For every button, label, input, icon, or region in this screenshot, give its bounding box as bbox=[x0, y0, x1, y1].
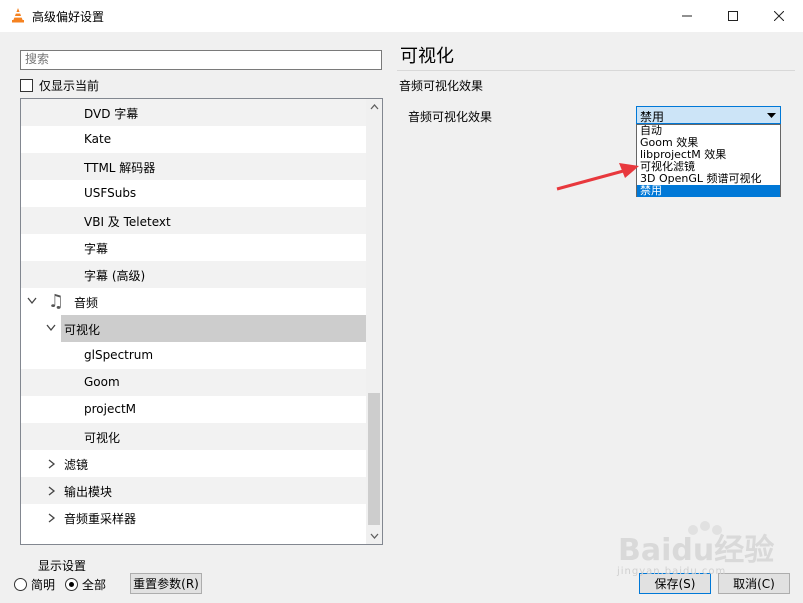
radio-all-label: 全部 bbox=[82, 578, 107, 592]
tree-item-label: projectM bbox=[84, 402, 137, 416]
maximize-button[interactable] bbox=[710, 0, 756, 32]
display-settings-label: 显示设置 bbox=[38, 559, 87, 573]
scrollbar-thumb[interactable] bbox=[368, 393, 380, 525]
option-goom[interactable]: Goom 效果 bbox=[637, 137, 780, 149]
show-current-checkbox[interactable] bbox=[20, 79, 33, 92]
option-disabled[interactable]: 禁用 bbox=[637, 185, 780, 197]
option-3d-opengl-spectrum[interactable]: 3D OpenGL 频谱可视化 bbox=[637, 173, 780, 185]
visualization-options-list[interactable]: 自动 Goom 效果 libprojectM 效果 可视化滤镜 3D OpenG… bbox=[636, 124, 781, 197]
tree-item-label: DVD 字幕 bbox=[84, 107, 139, 121]
scroll-up-button[interactable] bbox=[366, 99, 382, 115]
tree-item-ttml-decoder[interactable]: TTML 解码器 bbox=[21, 153, 366, 180]
option-libprojectm[interactable]: libprojectM 效果 bbox=[637, 149, 780, 161]
selection-highlight bbox=[61, 315, 366, 342]
close-icon bbox=[774, 11, 784, 21]
music-note-icon: ♫ bbox=[48, 291, 65, 312]
show-current-checkbox-row[interactable]: 仅显示当前 bbox=[20, 77, 99, 94]
dropdown-arrow-icon bbox=[767, 113, 776, 118]
chevron-right-icon[interactable] bbox=[48, 513, 56, 523]
annotation-arrow-icon bbox=[556, 163, 639, 191]
tree-item-vbi-teletext[interactable]: VBI 及 Teletext bbox=[21, 207, 366, 234]
watermark-subtext: jingyan.baidu.com bbox=[617, 566, 727, 577]
tree-item-label: VBI 及 Teletext bbox=[84, 215, 171, 229]
tree-item-label: Goom bbox=[84, 375, 120, 389]
chevron-down-icon[interactable] bbox=[27, 297, 37, 305]
tree-item-visualization-selected[interactable]: 可视化 bbox=[21, 315, 366, 342]
settings-tree[interactable]: DVD 字幕 Kate TTML 解码器 USFSubs VBI 及 Telet… bbox=[20, 98, 383, 545]
tree-item-label: USFSubs bbox=[84, 186, 137, 200]
tree-item-projectm[interactable]: projectM bbox=[21, 396, 366, 423]
tree-item-goom[interactable]: Goom bbox=[21, 369, 366, 396]
radio-simple-label: 简明 bbox=[31, 578, 56, 592]
tree-item-label: 字幕 (高级) bbox=[84, 269, 146, 283]
tree-item-label: TTML 解码器 bbox=[84, 161, 156, 175]
tree-item-label: 滤镜 bbox=[64, 458, 89, 472]
tree-item-subtitles-advanced[interactable]: 字幕 (高级) bbox=[21, 261, 366, 288]
tree-item-visualizer[interactable]: 可视化 bbox=[21, 423, 366, 450]
title-bar: 高级偏好设置 bbox=[0, 0, 803, 32]
tree-item-kate[interactable]: Kate bbox=[21, 126, 366, 153]
chevron-right-icon[interactable] bbox=[48, 486, 56, 496]
tree-item-label: 可视化 bbox=[64, 323, 101, 337]
watermark-text: Baidu经验 bbox=[618, 533, 775, 568]
section-subtitle: 音频可视化效果 bbox=[399, 79, 484, 93]
chevron-up-icon bbox=[370, 104, 378, 110]
tree-item-label: 输出模块 bbox=[64, 485, 113, 499]
tree-item-label: 音频重采样器 bbox=[64, 512, 137, 526]
tree-item-label: 可视化 bbox=[84, 431, 121, 445]
radio-simple-dot[interactable] bbox=[14, 578, 27, 591]
minimize-button[interactable] bbox=[664, 0, 710, 32]
option-auto[interactable]: 自动 bbox=[637, 125, 780, 137]
tree-item-filters[interactable]: 滤镜 bbox=[21, 450, 366, 477]
tree-item-glspectrum[interactable]: glSpectrum bbox=[21, 342, 366, 369]
tree-scrollbar[interactable] bbox=[366, 99, 382, 544]
scroll-down-button[interactable] bbox=[366, 528, 382, 544]
tree-item-usfsubs[interactable]: USFSubs bbox=[21, 180, 366, 207]
radio-all[interactable]: 全部 bbox=[65, 576, 106, 593]
visualization-select[interactable]: 禁用 bbox=[636, 106, 781, 124]
tree-item-dvd-subtitles[interactable]: DVD 字幕 bbox=[21, 99, 366, 126]
radio-simple[interactable]: 简明 bbox=[14, 576, 55, 593]
show-current-label: 仅显示当前 bbox=[39, 79, 100, 93]
tree-item-audio-resampler[interactable]: 音频重采样器 bbox=[21, 504, 366, 531]
search-input[interactable] bbox=[21, 51, 379, 67]
tree-item-label: glSpectrum bbox=[84, 348, 154, 362]
close-button[interactable] bbox=[756, 0, 802, 32]
chevron-down-icon bbox=[370, 533, 378, 539]
section-title: 可视化 bbox=[400, 46, 454, 67]
tree-item-label: 音频 bbox=[74, 296, 99, 310]
chevron-right-icon[interactable] bbox=[48, 459, 56, 469]
window-title: 高级偏好设置 bbox=[32, 10, 105, 24]
tree-item-label: Kate bbox=[84, 132, 112, 146]
radio-all-dot[interactable] bbox=[65, 578, 78, 591]
minimize-icon bbox=[682, 15, 692, 17]
tree-item-subtitles[interactable]: 字幕 bbox=[21, 234, 366, 261]
select-current-value: 禁用 bbox=[640, 110, 665, 124]
visualization-option-label: 音频可视化效果 bbox=[408, 110, 493, 124]
chevron-down-icon[interactable] bbox=[46, 324, 56, 332]
tree-item-audio[interactable]: ♫ 音频 bbox=[21, 288, 366, 315]
option-visual-filter[interactable]: 可视化滤镜 bbox=[637, 161, 780, 173]
vlc-cone-icon bbox=[12, 8, 24, 23]
maximize-icon bbox=[728, 11, 738, 21]
section-divider bbox=[397, 70, 795, 71]
search-box bbox=[20, 50, 382, 70]
tree-item-output-modules[interactable]: 输出模块 bbox=[21, 477, 366, 504]
tree-item-label: 字幕 bbox=[84, 242, 109, 256]
reset-preferences-button[interactable]: 重置参数(R) bbox=[130, 573, 202, 594]
